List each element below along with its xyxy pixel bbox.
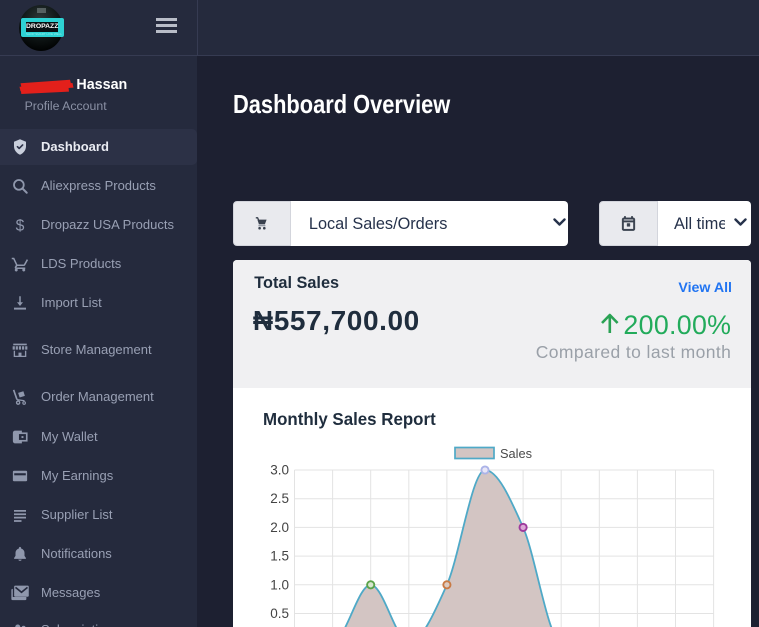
svg-text:2.5: 2.5 — [270, 491, 289, 506]
svg-text:1.0: 1.0 — [270, 577, 289, 592]
svg-text:3.0: 3.0 — [270, 463, 289, 478]
svg-text:0.5: 0.5 — [270, 606, 289, 621]
svg-text:1.5: 1.5 — [270, 549, 289, 564]
svg-text:Sales: Sales — [500, 446, 532, 461]
svg-text:2.0: 2.0 — [270, 520, 289, 535]
svg-text:$: $ — [16, 217, 25, 234]
